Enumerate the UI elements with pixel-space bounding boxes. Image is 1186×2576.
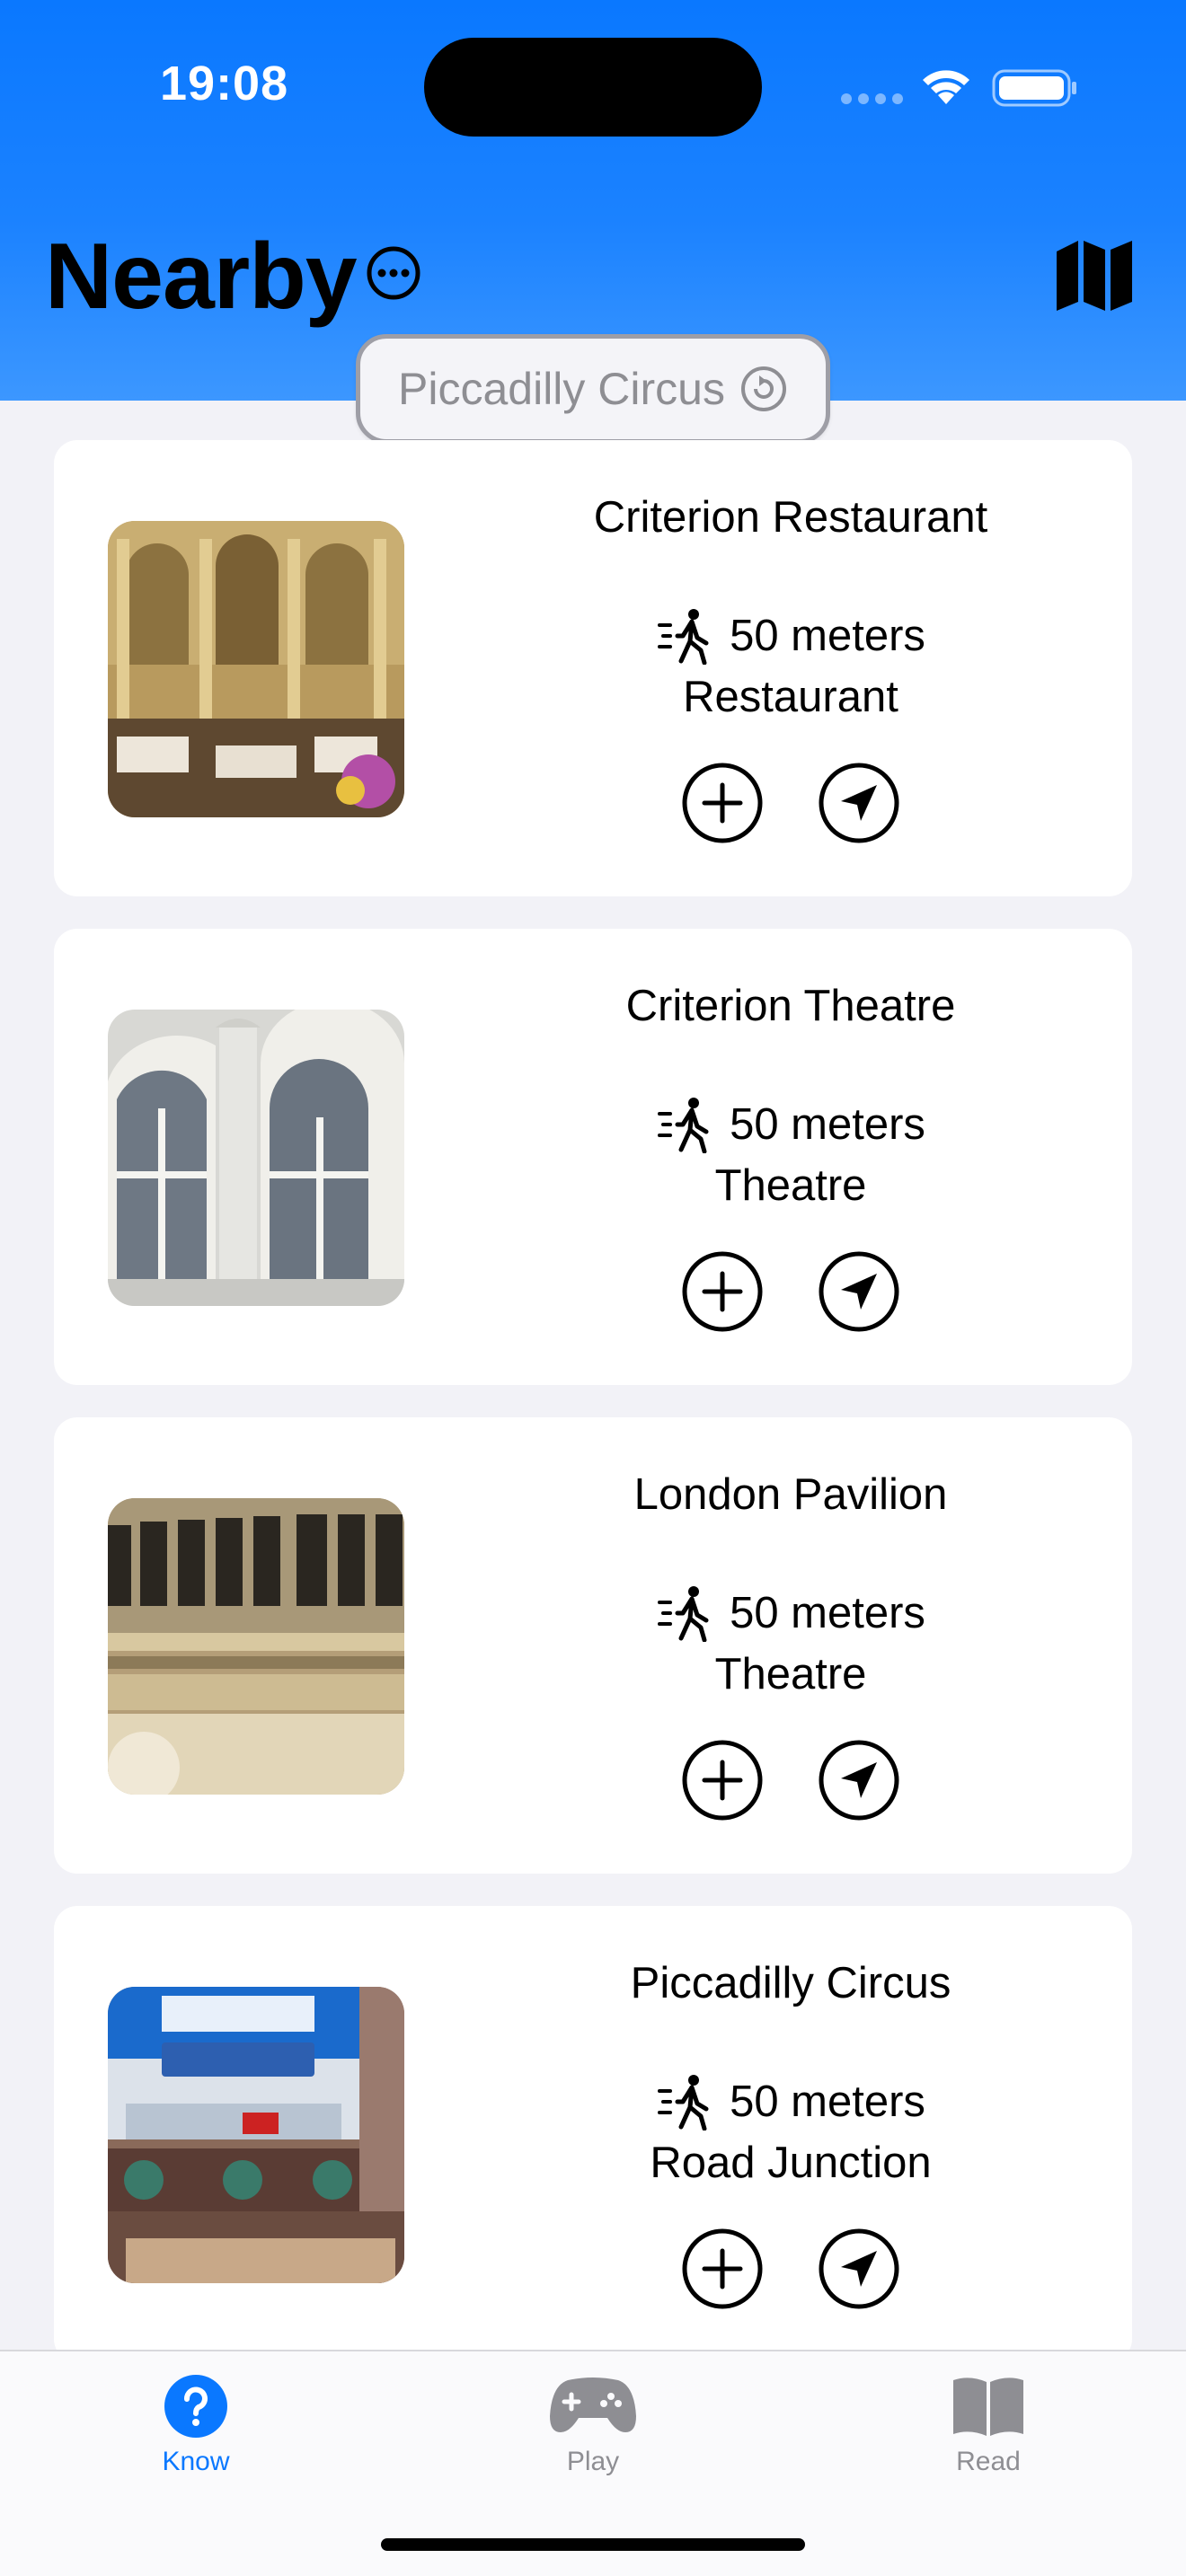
map-icon[interactable] xyxy=(1053,239,1136,313)
place-category: Restaurant xyxy=(683,673,898,721)
battery-icon xyxy=(992,69,1076,107)
place-distance: 50 meters xyxy=(730,612,925,660)
place-actions xyxy=(485,2228,1096,2310)
plus-circle-icon xyxy=(682,2228,763,2309)
navigate-button[interactable] xyxy=(818,762,900,844)
page-title: Nearby xyxy=(45,225,358,329)
place-info: Criterion Restaurant 50 meters Restauran… xyxy=(485,440,1096,896)
tab-read[interactable]: Read xyxy=(881,2373,1096,2499)
tab-play[interactable]: Play xyxy=(485,2373,701,2499)
place-category: Theatre xyxy=(714,1650,867,1698)
place-actions xyxy=(485,1250,1096,1333)
place-card[interactable]: Criterion Theatre 50 meters Theatre xyxy=(54,929,1132,1385)
tab-label: Know xyxy=(162,2447,230,2476)
location-label: Piccadilly Circus xyxy=(398,364,725,414)
distance-row: 50 meters xyxy=(485,2073,1096,2130)
location-arrow-icon xyxy=(819,1740,899,1821)
cellular-signal-icon xyxy=(841,93,904,106)
more-options-icon[interactable] xyxy=(365,244,422,302)
place-thumbnail xyxy=(108,1498,404,1795)
place-thumbnail xyxy=(108,1987,404,2283)
distance-row: 50 meters xyxy=(485,1096,1096,1153)
place-card[interactable]: Piccadilly Circus 50 meters Road Junctio… xyxy=(54,1906,1132,2362)
place-distance: 50 meters xyxy=(730,1100,925,1149)
home-indicator xyxy=(381,2538,805,2551)
plus-circle-icon xyxy=(682,1251,763,1332)
wifi-icon xyxy=(923,70,969,104)
place-thumbnail xyxy=(108,1010,404,1306)
add-place-button[interactable] xyxy=(681,762,764,844)
place-name: Piccadilly Circus xyxy=(630,1959,951,2007)
navigate-button[interactable] xyxy=(818,2228,900,2310)
location-arrow-icon xyxy=(819,763,899,843)
distance-row: 50 meters xyxy=(485,607,1096,665)
place-info: Criterion Theatre 50 meters Theatre xyxy=(485,929,1096,1385)
figure-walk-motion-icon xyxy=(658,1586,709,1642)
dynamic-island xyxy=(424,38,762,137)
location-arrow-icon xyxy=(819,2228,899,2309)
place-name: London Pavilion xyxy=(633,1470,948,1519)
add-place-button[interactable] xyxy=(681,2228,764,2310)
location-selector-button[interactable]: Piccadilly Circus xyxy=(356,334,830,444)
navigate-button[interactable] xyxy=(818,1739,900,1822)
tab-label: Play xyxy=(566,2447,620,2476)
place-name: Criterion Restaurant xyxy=(593,493,988,542)
refresh-icon xyxy=(740,366,786,411)
place-actions xyxy=(485,762,1096,844)
status-time: 19:08 xyxy=(160,57,289,110)
figure-walk-motion-icon xyxy=(658,1098,709,1153)
place-name: Criterion Theatre xyxy=(625,982,956,1030)
place-actions xyxy=(485,1739,1096,1822)
place-category: Road Junction xyxy=(650,2139,932,2187)
tab-know[interactable]: Know xyxy=(88,2373,304,2499)
place-distance: 50 meters xyxy=(730,2078,925,2126)
book-icon xyxy=(953,2378,1023,2436)
place-info: London Pavilion 50 meters Theatre xyxy=(485,1417,1096,1874)
plus-circle-icon xyxy=(682,1740,763,1821)
gamecontroller-icon xyxy=(550,2378,636,2432)
add-place-button[interactable] xyxy=(681,1250,764,1333)
place-info: Piccadilly Circus 50 meters Road Junctio… xyxy=(485,1906,1096,2362)
location-arrow-icon xyxy=(819,1251,899,1332)
place-card[interactable]: Criterion Restaurant 50 meters Restauran… xyxy=(54,440,1132,896)
distance-row: 50 meters xyxy=(485,1584,1096,1642)
question-circle-icon xyxy=(164,2375,227,2438)
add-place-button[interactable] xyxy=(681,1739,764,1822)
place-category: Theatre xyxy=(714,1161,867,1210)
navigate-button[interactable] xyxy=(818,1250,900,1333)
place-thumbnail xyxy=(108,521,404,817)
place-card[interactable]: London Pavilion 50 meters Theatre xyxy=(54,1417,1132,1874)
figure-walk-motion-icon xyxy=(658,609,709,665)
plus-circle-icon xyxy=(682,763,763,843)
tab-label: Read xyxy=(956,2447,1021,2476)
place-distance: 50 meters xyxy=(730,1589,925,1637)
figure-walk-motion-icon xyxy=(658,2075,709,2130)
